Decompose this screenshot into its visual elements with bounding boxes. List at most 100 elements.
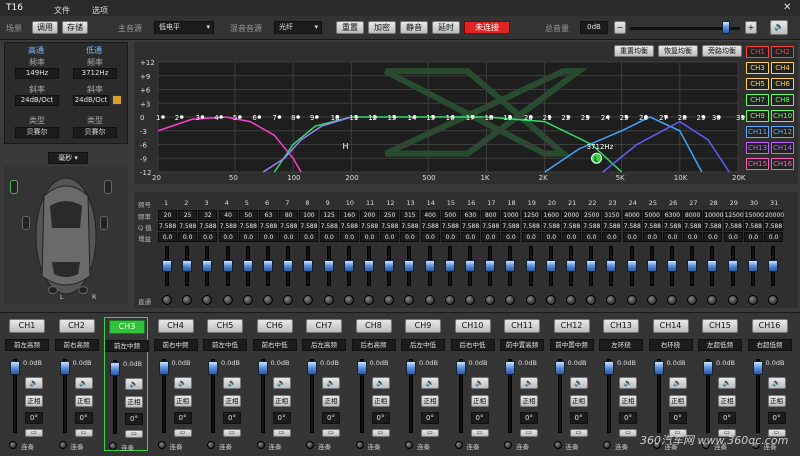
link-radio[interactable] [157,441,166,449]
speaker-front-right-icon[interactable] [104,180,112,194]
band-gain-thumb[interactable] [747,260,758,272]
delay-icon[interactable]: ▭ [173,429,192,437]
band-q-field[interactable]: 7.588 [198,221,218,231]
band-gain-field[interactable]: 0.0 [703,232,723,242]
options-menu[interactable]: 选项 [92,5,108,16]
delay-icon[interactable]: ▭ [125,430,143,438]
channel-name-field[interactable]: 后左高频 [302,339,346,351]
band-gain-thumb[interactable] [364,260,374,272]
link-radio[interactable] [109,442,117,450]
channel-volume-thumb[interactable] [356,361,367,375]
channel-select-ch1[interactable]: CH1 [746,46,769,58]
band-gain-thumb[interactable] [646,260,657,272]
band-gain-field[interactable]: 0.0 [319,232,339,242]
band-gain-thumb[interactable] [384,260,395,272]
band-gain-thumb[interactable] [727,260,738,272]
hp-slope-select[interactable]: 24dB/Oct [15,95,59,106]
angle-field[interactable]: 0° [470,412,489,424]
angle-field[interactable]: 0° [718,412,736,424]
band-freq-field[interactable]: 250 [380,210,400,220]
connect-button[interactable]: 未连接 [464,21,510,34]
sub-right-icon[interactable] [78,286,88,294]
speaker-icon[interactable]: 🔈 [470,377,489,389]
band-q-field[interactable]: 7.588 [743,221,763,231]
band-q-field[interactable]: 7.588 [602,221,622,231]
band-bypass-knob[interactable] [263,295,273,305]
band-q-field[interactable]: 7.588 [400,221,420,231]
band-bypass-knob[interactable] [687,295,698,305]
band-q-field[interactable]: 7.588 [663,221,682,231]
band-gain-thumb[interactable] [404,260,415,272]
band-bypass-knob[interactable] [182,295,193,305]
speaker-icon[interactable]: 🔈 [520,377,538,389]
band-bypass-knob[interactable] [343,295,354,305]
channel-name-field[interactable]: 左环绕 [599,339,643,351]
volume-minus-button[interactable]: − [614,21,626,34]
band-gain-field[interactable]: 0.0 [582,232,602,242]
channel-select-ch11[interactable]: CH11 [746,126,769,138]
speaker-icon[interactable]: 🔈 [322,377,340,389]
phase-button[interactable]: 正相 [767,395,786,407]
band-freq-field[interactable]: 20 [158,210,177,220]
band-bypass-knob[interactable] [485,295,496,305]
band-bypass-knob[interactable] [424,295,435,305]
band-q-field[interactable]: 7.588 [420,221,440,231]
channel-name-field[interactable]: 前右中频 [153,339,198,351]
band-gain-field[interactable]: 0.0 [440,232,460,242]
phase-button[interactable]: 正相 [668,395,687,407]
band-bypass-knob[interactable] [303,295,314,305]
channel-name-field[interactable]: 右超低频 [747,339,792,351]
angle-field[interactable]: 0° [421,412,439,424]
band-gain-thumb[interactable] [768,260,778,272]
channel-volume-thumb[interactable] [554,361,565,375]
channel-volume-thumb[interactable] [653,361,664,375]
channel-select-ch8[interactable]: CH8 [771,94,794,106]
band-bypass-knob[interactable] [323,295,334,305]
band-gain-thumb[interactable] [303,260,314,272]
channel-button[interactable]: CH8 [355,319,392,333]
band-bypass-knob[interactable] [545,295,556,305]
band-q-field[interactable]: 7.588 [279,221,299,231]
speaker-icon[interactable]: 🔈 [767,377,786,389]
band-bypass-knob[interactable] [626,295,637,305]
band-bypass-knob[interactable] [364,295,374,305]
band-freq-field[interactable]: 1250 [521,210,541,220]
band-bypass-knob[interactable] [505,295,516,305]
speaker-icon[interactable]: 🔈 [619,377,637,389]
channel-select-ch14[interactable]: CH14 [771,142,794,154]
channel-select-ch3[interactable]: CH3 [746,62,769,74]
channel-select-ch9[interactable]: CH9 [746,110,769,122]
band-bypass-knob[interactable] [202,295,213,305]
channel-select-ch4[interactable]: CH4 [771,62,794,74]
sub-left-icon[interactable] [48,286,58,294]
link-radio[interactable] [405,441,413,449]
band-gain-field[interactable]: 0.0 [158,232,177,242]
channel-button[interactable]: CH2 [58,319,95,333]
band-q-field[interactable]: 7.588 [360,221,379,231]
band-gain-field[interactable]: 0.0 [299,232,319,242]
band-q-field[interactable]: 7.588 [521,221,541,231]
band-freq-field[interactable]: 15000 [743,210,764,220]
band-freq-field[interactable]: 1000 [501,210,521,220]
band-gain-thumb[interactable] [566,260,576,272]
band-freq-field[interactable]: 100 [299,210,319,220]
band-gain-field[interactable]: 0.0 [238,232,258,242]
band-freq-field[interactable]: 80 [279,210,299,220]
band-gain-field[interactable]: 0.0 [663,232,682,242]
channel-button[interactable]: CH14 [652,319,689,333]
delay-icon[interactable]: ▭ [272,429,291,437]
lp-slope-select[interactable]: 24dB/Oct [73,95,109,106]
band-bypass-knob[interactable] [465,295,475,305]
hp-type-select[interactable]: 贝赛尔 [15,127,59,138]
band-freq-field[interactable]: 630 [461,210,480,220]
delay-icon[interactable]: ▭ [569,429,588,437]
band-freq-field[interactable]: 50 [238,210,258,220]
channel-button[interactable]: CH9 [405,319,441,333]
band-q-field[interactable]: 7.588 [764,221,783,231]
band-q-field[interactable]: 7.588 [339,221,359,231]
angle-field[interactable]: 0° [767,412,786,424]
band-gain-field[interactable]: 0.0 [622,232,642,242]
channel-select-ch2[interactable]: CH2 [771,46,794,58]
reset-button[interactable]: 重置 [336,21,364,34]
band-freq-field[interactable]: 800 [481,210,501,220]
